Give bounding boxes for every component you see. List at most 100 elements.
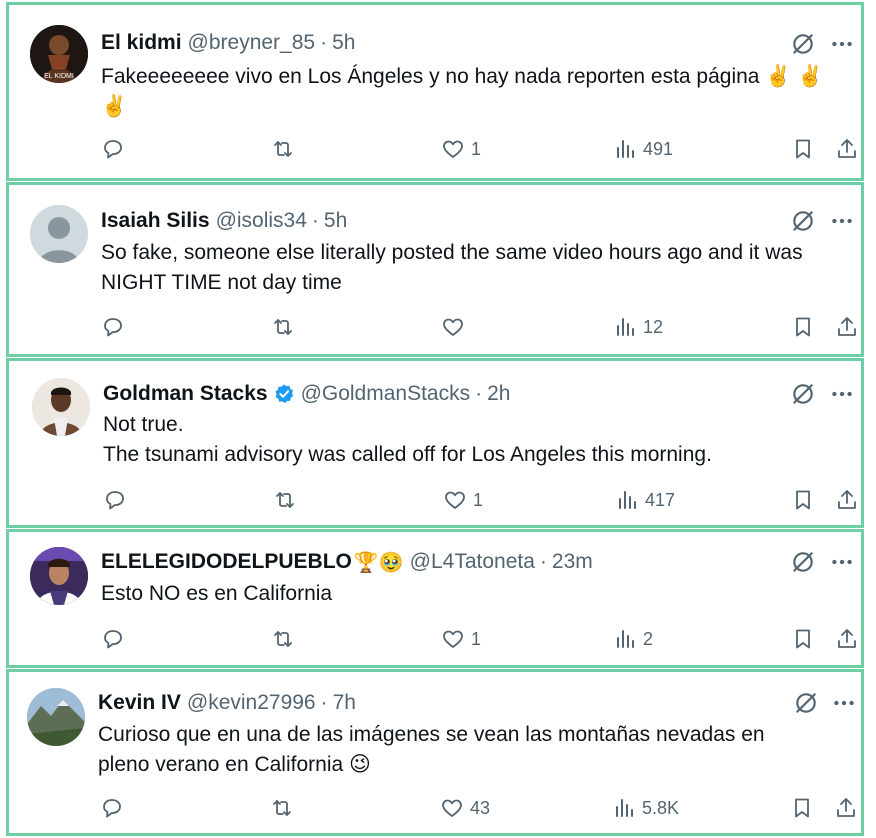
- reply-button[interactable]: [100, 793, 130, 823]
- avatar[interactable]: [30, 205, 88, 263]
- like-count: 1: [471, 628, 482, 649]
- views-button[interactable]: 5.8K: [612, 793, 679, 823]
- heart-icon: [443, 318, 463, 336]
- author-handle[interactable]: @GoldmanStacks: [301, 382, 471, 406]
- share-button[interactable]: [835, 312, 859, 342]
- tweet-text: Fakeeeeeeee vivo en Los Ángeles y no hay…: [101, 65, 824, 118]
- reply-button[interactable]: [101, 312, 131, 342]
- reply-icon: [104, 630, 122, 649]
- action-bar: 1 491: [101, 134, 861, 164]
- like-button[interactable]: [441, 312, 471, 342]
- reply-icon: [103, 799, 121, 818]
- author-name[interactable]: Goldman Stacks: [103, 382, 268, 406]
- grok-icon[interactable]: [793, 690, 819, 716]
- share-button[interactable]: [835, 485, 859, 515]
- verified-badge-icon[interactable]: [273, 383, 295, 405]
- views-button[interactable]: 2: [613, 624, 653, 654]
- views-button[interactable]: 12: [613, 312, 663, 342]
- timestamp[interactable]: 5h: [324, 209, 347, 233]
- separator: ·: [539, 550, 547, 573]
- more-icon[interactable]: [829, 549, 855, 575]
- like-button[interactable]: 1: [441, 134, 481, 164]
- bookmark-button[interactable]: [791, 312, 815, 342]
- grok-icon[interactable]: [790, 549, 816, 575]
- reply-icon: [106, 491, 124, 510]
- author-handle[interactable]: @breyner_85: [188, 31, 316, 55]
- timestamp[interactable]: 7h: [333, 691, 356, 715]
- tweet-card[interactable]: Kevin IV @kevin27996 · 7h Curioso que en…: [6, 669, 864, 836]
- retweet-icon: [276, 492, 294, 508]
- tweet-header: Kevin IV @kevin27996 · 7h: [98, 690, 356, 716]
- more-icon[interactable]: [829, 381, 855, 407]
- avatar-logo-text: EL KIDMI: [44, 73, 74, 80]
- tweet-header: ELELEGIDODELPUEBLO 🏆🥹 @L4Tatoneta · 23m: [101, 549, 593, 575]
- tweet-text: Esto NO es en California: [101, 582, 333, 605]
- retweet-icon: [274, 319, 292, 335]
- reply-feed: EL KIDMI El kidmi @breyner_85 · 5h Fakee…: [0, 0, 876, 838]
- views-button[interactable]: 491: [613, 134, 673, 164]
- author-name[interactable]: Isaiah Silis: [101, 209, 210, 233]
- timestamp[interactable]: 5h: [332, 31, 355, 55]
- tweet-text: Not true. The tsunami advisory was calle…: [103, 413, 712, 466]
- bookmark-button[interactable]: [791, 134, 815, 164]
- author-handle[interactable]: @L4Tatoneta: [410, 550, 535, 574]
- like-count: 1: [471, 138, 482, 159]
- share-button[interactable]: [834, 793, 858, 823]
- retweet-button[interactable]: [271, 624, 301, 654]
- view-count: 12: [643, 316, 664, 337]
- tweet-card[interactable]: Isaiah Silis @isolis34 · 5h So fake, som…: [6, 182, 864, 357]
- grok-icon[interactable]: [790, 208, 816, 234]
- share-icon: [838, 490, 856, 509]
- avatar[interactable]: [32, 378, 90, 436]
- reply-button[interactable]: [103, 485, 133, 515]
- grok-icon[interactable]: [790, 381, 816, 407]
- like-count: 43: [470, 797, 491, 818]
- share-icon: [838, 317, 856, 336]
- views-icon: [619, 491, 636, 509]
- bookmark-button[interactable]: [790, 793, 814, 823]
- retweet-button[interactable]: [273, 485, 303, 515]
- separator: ·: [475, 382, 483, 405]
- tweet-card[interactable]: ELELEGIDODELPUEBLO 🏆🥹 @L4Tatoneta · 23m …: [6, 529, 864, 668]
- retweet-icon: [273, 800, 291, 816]
- author-name[interactable]: ELELEGIDODELPUEBLO: [101, 550, 352, 574]
- bookmark-icon: [796, 317, 810, 337]
- author-name[interactable]: Kevin IV: [98, 691, 181, 715]
- share-button[interactable]: [835, 624, 859, 654]
- tweet-card[interactable]: Goldman Stacks @GoldmanStacks · 2h Not t…: [6, 358, 864, 528]
- view-count: 417: [645, 489, 676, 510]
- more-icon[interactable]: [831, 690, 857, 716]
- retweet-button[interactable]: [271, 134, 301, 164]
- retweet-button[interactable]: [270, 793, 300, 823]
- avatar[interactable]: [30, 547, 88, 605]
- view-count: 2: [643, 628, 654, 649]
- bookmark-button[interactable]: [791, 485, 815, 515]
- grok-icon[interactable]: [790, 31, 816, 57]
- share-button[interactable]: [835, 134, 859, 164]
- bookmark-button[interactable]: [791, 624, 815, 654]
- like-count: 1: [473, 489, 484, 510]
- separator: ·: [320, 31, 328, 54]
- bookmark-icon: [796, 490, 810, 510]
- reply-button[interactable]: [101, 624, 131, 654]
- more-icon[interactable]: [829, 31, 855, 57]
- more-icon[interactable]: [829, 208, 855, 234]
- views-icon: [617, 318, 634, 336]
- author-name[interactable]: El kidmi: [101, 31, 182, 55]
- like-button[interactable]: 43: [440, 793, 490, 823]
- avatar[interactable]: EL KIDMI: [30, 25, 88, 83]
- retweet-button[interactable]: [271, 312, 301, 342]
- reply-button[interactable]: [101, 134, 131, 164]
- avatar[interactable]: [27, 688, 85, 746]
- timestamp[interactable]: 23m: [552, 550, 593, 574]
- like-button[interactable]: 1: [443, 485, 483, 515]
- tweet-text: Curioso que en una de las imágenes se ve…: [98, 723, 765, 776]
- author-handle[interactable]: @isolis34: [216, 209, 307, 233]
- author-handle[interactable]: @kevin27996: [187, 691, 316, 715]
- like-button[interactable]: 1: [441, 624, 481, 654]
- views-button[interactable]: 417: [615, 485, 675, 515]
- timestamp[interactable]: 2h: [487, 382, 510, 406]
- separator: ·: [320, 691, 328, 714]
- tweet-card[interactable]: EL KIDMI El kidmi @breyner_85 · 5h Fakee…: [6, 2, 864, 181]
- view-count: 5.8K: [642, 797, 680, 818]
